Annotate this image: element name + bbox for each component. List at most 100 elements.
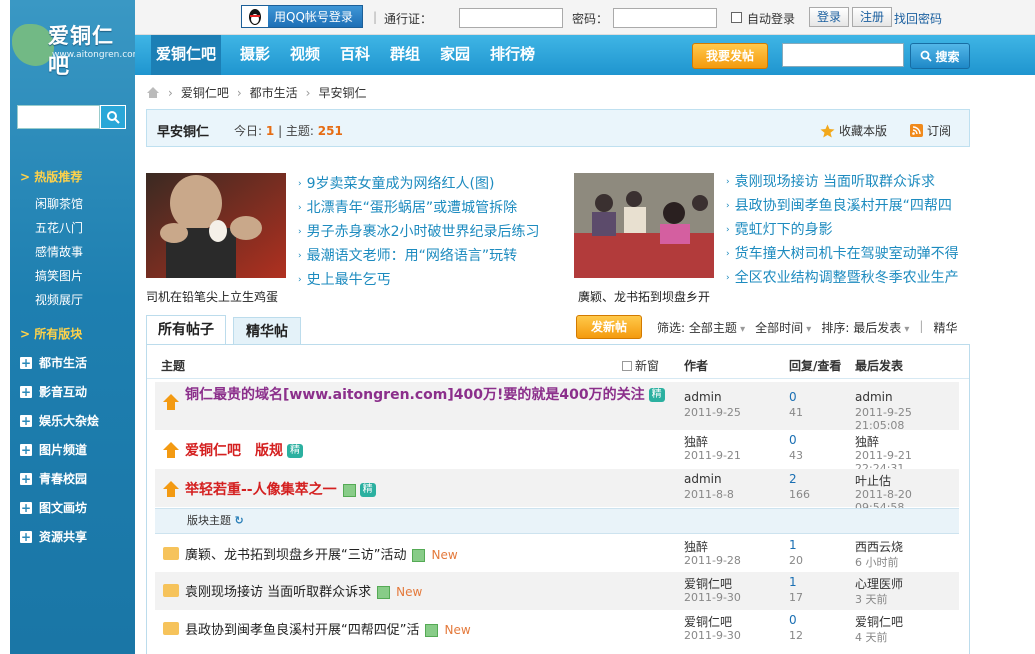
col-author: 作者 xyxy=(684,359,709,373)
login-button[interactable]: 登录 xyxy=(809,7,849,27)
home-icon[interactable] xyxy=(146,86,160,99)
topic-author[interactable]: 独醉 xyxy=(684,433,708,450)
breadcrumb-item[interactable]: 早安铜仁 xyxy=(318,84,366,101)
headline-item[interactable]: › 货车撞大树司机卡在驾驶室动弹不得 xyxy=(726,242,964,266)
username-field[interactable] xyxy=(459,8,563,28)
feature-photo-right[interactable] xyxy=(574,173,714,278)
qq-login-button[interactable]: 用QQ帐号登录 xyxy=(241,5,363,28)
topic-title[interactable]: 爱铜仁吧 版规精 xyxy=(185,440,303,460)
rss-link[interactable]: 订阅 xyxy=(910,122,951,139)
topic-title[interactable]: 县政协到闽孝鱼良溪村开展“四帮四促”活 New xyxy=(185,619,471,638)
plus-icon: + xyxy=(20,413,32,428)
topic-author[interactable]: 独醉 xyxy=(684,538,708,555)
register-button[interactable]: 注册 xyxy=(852,7,892,27)
topic-title[interactable]: 廣颖、龙书拓到坝盘乡开展“三访”活动 New xyxy=(185,544,458,563)
topic-replies[interactable]: 0 xyxy=(789,613,797,627)
table-row[interactable]: 铜仁最贵的域名[www.aitongren.com]400万!要的就是400万的… xyxy=(155,382,959,432)
breadcrumb-item[interactable]: 都市生活 xyxy=(250,84,298,101)
last-poster[interactable]: admin xyxy=(855,390,893,404)
headline-item[interactable]: › 最潮语文老师：用“网络语言”玩转 xyxy=(298,244,538,268)
sidebar-category[interactable]: + 都市生活 xyxy=(10,348,135,377)
topic-title[interactable]: 举轻若重--人像集萃之一精 xyxy=(185,479,376,499)
breadcrumb-item[interactable]: 爱铜仁吧 xyxy=(181,84,229,101)
headline-item[interactable]: › 全区农业结构调整暨秋冬季农业生产 xyxy=(726,266,964,290)
sidebar-search-button[interactable] xyxy=(100,105,126,129)
last-poster[interactable]: 叶止估 xyxy=(855,472,891,489)
headline-item[interactable]: › 县政协到闽孝鱼良溪村开展“四帮四 xyxy=(726,194,964,218)
site-logo[interactable]: 爱铜仁吧 www.aitongren.com xyxy=(10,0,141,78)
sidebar-category[interactable]: + 图文画坊 xyxy=(10,493,135,522)
nav-item-home[interactable]: 爱铜仁吧 xyxy=(151,35,221,75)
sidebar-item-hot[interactable]: 感情故事 xyxy=(10,239,135,263)
nav-item-groups[interactable]: 群组 xyxy=(390,35,420,75)
topic-replies[interactable]: 0 xyxy=(789,433,797,447)
nav-item-wiki[interactable]: 百科 xyxy=(340,35,370,75)
sidebar-category[interactable]: + 资源共享 xyxy=(10,522,135,551)
topic-replies[interactable]: 0 xyxy=(789,390,797,404)
topic-author[interactable]: 爱铜仁吧 xyxy=(684,613,732,630)
topic-replies[interactable]: 1 xyxy=(789,575,797,589)
feature-caption-right[interactable]: 廣颖、龙书拓到坝盘乡开 xyxy=(578,288,710,305)
new-window-toggle[interactable]: 新窗 xyxy=(622,357,659,374)
nav-search-button[interactable]: 搜索 xyxy=(910,43,970,69)
nav-item-home-space[interactable]: 家园 xyxy=(440,35,470,75)
topic-replies[interactable]: 2 xyxy=(789,472,797,486)
sidebar-category[interactable]: + 青春校园 xyxy=(10,464,135,493)
auto-login-checkbox[interactable] xyxy=(731,12,742,23)
table-row[interactable]: 袁刚现场接访 当面听取群众诉求 New 爱铜仁吧 2011-9-30 1 17 心… xyxy=(155,572,959,610)
last-post-time[interactable]: 6 小时前 xyxy=(855,554,899,570)
tab-all-posts[interactable]: 所有帖子 xyxy=(146,315,226,345)
nav-item-photo[interactable]: 摄影 xyxy=(240,35,270,75)
last-poster[interactable]: 西西云烧 xyxy=(855,538,903,555)
table-row[interactable]: 爱铜仁吧 版规精 独醉 2011-9-21 0 43 独醉 2011-9-21 … xyxy=(155,430,959,475)
refresh-icon[interactable]: ↻ xyxy=(235,514,244,527)
sidebar-category[interactable]: + 娱乐大杂烩 xyxy=(10,406,135,435)
sidebar-item-hot[interactable]: 闲聊茶馆 xyxy=(10,191,135,215)
filter-time-dropdown[interactable]: 全部时间 xyxy=(755,319,811,336)
sidebar-item-hot[interactable]: 五花八门 xyxy=(10,215,135,239)
today-count: 1 xyxy=(265,124,275,138)
new-post-button[interactable]: 发新帖 xyxy=(576,315,642,339)
sidebar-search-input[interactable] xyxy=(17,105,100,129)
nav-item-video[interactable]: 视频 xyxy=(290,35,320,75)
topic-author[interactable]: 爱铜仁吧 xyxy=(684,575,732,592)
headline-item[interactable]: › 史上最牛乞丐 xyxy=(298,268,538,292)
forgot-password-link[interactable]: 找回密码 xyxy=(894,10,942,27)
last-poster[interactable]: 心理医师 xyxy=(855,575,903,592)
post-topic-button[interactable]: 我要发帖 xyxy=(692,43,768,69)
headline-item[interactable]: › 袁刚现场接访 当面听取群众诉求 xyxy=(726,170,964,194)
favorite-forum-link[interactable]: 收藏本版 xyxy=(820,122,887,139)
table-row[interactable]: 县政协到闽孝鱼良溪村开展“四帮四促”活 New 爱铜仁吧 2011-9-30 0 … xyxy=(155,610,959,648)
topic-title[interactable]: 袁刚现场接访 当面听取群众诉求 New xyxy=(185,581,422,600)
sidebar-category[interactable]: + 影音互动 xyxy=(10,377,135,406)
nav-item-ranking[interactable]: 排行榜 xyxy=(490,35,535,75)
headline-item[interactable]: › 北漂青年“蛋形蜗居”或遭城管拆除 xyxy=(298,196,538,220)
nav-search-input[interactable] xyxy=(782,43,904,67)
sidebar-category[interactable]: + 图片频道 xyxy=(10,435,135,464)
password-field[interactable] xyxy=(613,8,717,28)
feature-photo-left[interactable] xyxy=(146,173,286,278)
sidebar-item-hot[interactable]: 视频展厅 xyxy=(10,287,135,311)
table-row[interactable]: 廣颖、龙书拓到坝盘乡开展“三访”活动 New 独醉 2011-9-28 1 20 … xyxy=(155,535,959,573)
headline-item[interactable]: › 男子赤身裹冰2小时破世界纪录后练习 xyxy=(298,220,538,244)
last-poster[interactable]: 独醉 xyxy=(855,433,879,450)
last-post-time[interactable]: 2011-9-25 21:05:08 xyxy=(855,406,959,432)
sidebar-item-hot[interactable]: 搞笑图片 xyxy=(10,263,135,287)
sort-dropdown[interactable]: 最后发表 xyxy=(853,321,909,335)
topic-author[interactable]: admin xyxy=(684,390,722,404)
new-window-checkbox[interactable] xyxy=(622,360,632,371)
search-icon xyxy=(107,111,120,124)
filter-topic-dropdown[interactable]: 全部主题 xyxy=(689,321,745,335)
topic-title[interactable]: 铜仁最贵的域名[www.aitongren.com]400万!要的就是400万的… xyxy=(185,386,675,405)
feature-caption-left[interactable]: 司机在铅笔尖上立生鸡蛋 xyxy=(146,288,278,305)
topic-author[interactable]: admin xyxy=(684,472,722,486)
headline-item[interactable]: › 9岁卖菜女童成为网络红人(图) xyxy=(298,172,538,196)
last-poster[interactable]: 爱铜仁吧 xyxy=(855,613,903,630)
digest-filter-link[interactable]: 精华 xyxy=(933,319,957,336)
last-post-time[interactable]: 3 天前 xyxy=(855,591,888,607)
last-post-time[interactable]: 4 天前 xyxy=(855,629,888,645)
tab-digest[interactable]: 精华帖 xyxy=(233,317,301,345)
headline-item[interactable]: › 霓虹灯下的身影 xyxy=(726,218,964,242)
topic-replies[interactable]: 1 xyxy=(789,538,797,552)
table-row[interactable]: 举轻若重--人像集萃之一精 admin 2011-8-8 2 166 叶止估 2… xyxy=(155,469,959,514)
